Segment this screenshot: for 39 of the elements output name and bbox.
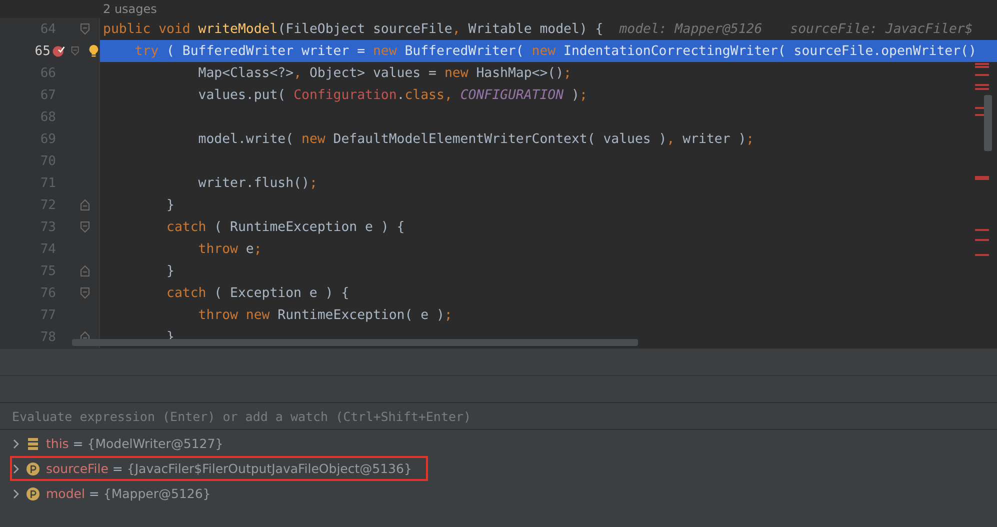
- variable-text: sourceFile = {JavacFiler$FilerOutputJavaFileObject@5136}: [46, 461, 412, 476]
- code-line: catch ( RuntimeException e ) {: [166, 220, 405, 234]
- list-icon: [26, 436, 40, 450]
- chevron-icon[interactable]: [12, 488, 20, 498]
- code-line: public void writeModel(FileObject sourceFile, Writable model) {: [103, 22, 604, 36]
- code-line: throw new RuntimeException( e );: [197, 308, 452, 322]
- variable-text: this = {ModelWriter@5127}: [46, 436, 224, 451]
- evaluate-field[interactable]: Evaluate expression (Enter) or add a watch (Ctrl+Shift+Enter): [12, 403, 997, 429]
- fold-marker-icon[interactable]: [80, 199, 90, 211]
- code-line: values.put( Configuration.class, CONFIGURATION );: [197, 88, 588, 102]
- fold-marker-icon[interactable]: [80, 265, 90, 277]
- code-line: throw e;: [197, 242, 262, 256]
- usages-hint[interactable]: 2 usages: [0, 0, 997, 18]
- fold-marker-icon[interactable]: [80, 287, 90, 299]
- variable-text: model = {Mapper@5126}: [46, 486, 211, 501]
- chevron-icon[interactable]: [12, 464, 20, 474]
- lightbulb-icon[interactable]: [88, 43, 99, 59]
- code-line: }: [166, 264, 174, 278]
- code-line: model.write( new DefaultModelElementWriterContext( values ), writer );: [197, 132, 754, 146]
- code-line: }: [166, 198, 174, 212]
- code-line: Map<Class<?>, Object> values = new HashMap<>();: [197, 66, 572, 80]
- fold-marker-icon[interactable]: [80, 23, 90, 35]
- parameter-icon: [26, 462, 40, 476]
- code-line: catch ( Exception e ) {: [166, 286, 350, 300]
- line-number: 65: [34, 44, 50, 58]
- inline-hint: model: Mapper@5126: [619, 22, 762, 36]
- code-line: try ( BufferedWriter writer = new BufferedWriter( new IndentationCorrectingWriter( sourceFile.openWriter(): [134, 44, 976, 58]
- code-line: writer.flush();: [197, 176, 318, 190]
- fold-marker-icon[interactable]: [80, 221, 90, 233]
- scrollbar-thumb[interactable]: [72, 339, 638, 346]
- chevron-icon[interactable]: [12, 438, 20, 448]
- variable-row[interactable]: model = {Mapper@5126}: [10, 481, 217, 506]
- parameter-icon: [26, 486, 40, 500]
- scrollbar-thumb[interactable]: [984, 95, 992, 151]
- highlighted-variable-row[interactable]: sourceFile = {JavacFiler$FilerOutputJavaFileObject@5136}: [10, 456, 428, 481]
- fold-marker-icon[interactable]: [71, 45, 80, 57]
- inline-hint: sourceFile: JavacFiler$: [790, 22, 973, 36]
- breakpoint-icon[interactable]: [52, 43, 66, 59]
- variable-row[interactable]: this = {ModelWriter@5127}: [10, 431, 230, 456]
